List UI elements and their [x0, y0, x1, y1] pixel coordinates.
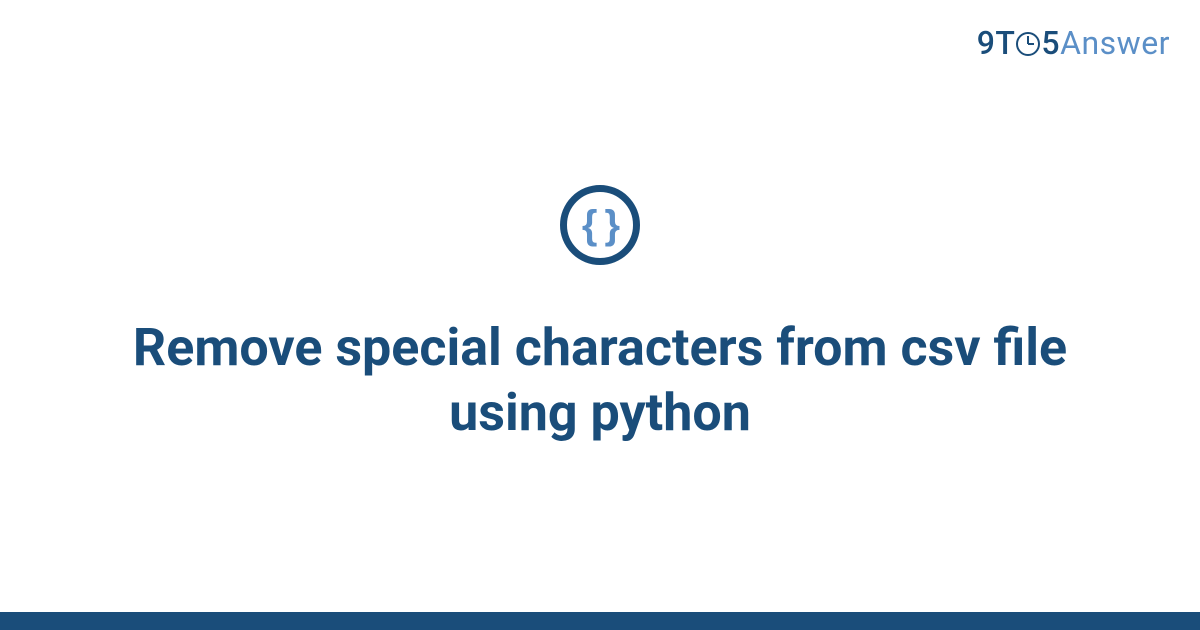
- braces-icon: { }: [582, 203, 618, 248]
- main-content: { } Remove special characters from csv f…: [0, 0, 1200, 630]
- footer-bar: [0, 612, 1200, 630]
- page-title: Remove special characters from csv file …: [100, 315, 1100, 445]
- category-icon: { }: [560, 185, 640, 265]
